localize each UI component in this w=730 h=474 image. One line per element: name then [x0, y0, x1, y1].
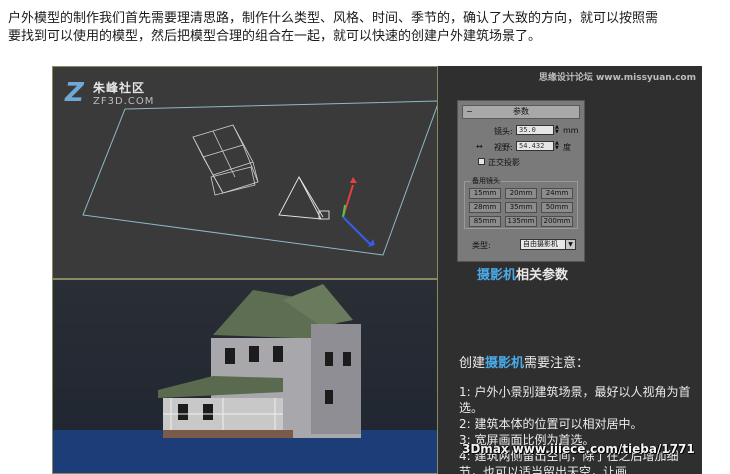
stock-lenses-group: 备用镜头 15mm 20mm 24mm 28mm 35mm 50mm 85mm …: [464, 176, 578, 229]
rollout-title: 参数: [513, 107, 529, 116]
type-label: 类型:: [472, 241, 491, 250]
fov-direction-icon[interactable]: ↔: [476, 142, 483, 151]
fov-unit: 度: [563, 143, 571, 152]
watermark-brand: 3Dmax: [462, 442, 509, 456]
chevron-down-icon[interactable]: ▼: [565, 240, 575, 249]
top-viewport[interactable]: Z 朱峰社区 ZF3D.COM: [52, 66, 438, 279]
top-right-watermark: 思缘设计论坛 www.missyuan.com: [538, 73, 696, 83]
intro-line-1: 户外模型的制作我们首先需要理清思路，制作什么类型、风格、时间、季节的，确认了大致…: [8, 11, 659, 26]
porch-base: [163, 430, 293, 438]
orthographic-checkbox[interactable]: [478, 158, 485, 165]
watermark-url: www.iiiece.com/tieba/1771: [512, 442, 695, 456]
lens-spinner[interactable]: ▲ ▼: [555, 125, 560, 135]
lens-button-20mm[interactable]: 20mm: [505, 188, 537, 199]
panel-caption: 摄影机相关参数: [477, 264, 568, 283]
fov-label: 视野:: [494, 143, 513, 152]
note-item: 1: 户外小景别建筑场景，最好以人视角为首选。: [459, 385, 691, 415]
intro-paragraph: 户外模型的制作我们首先需要理清思路，制作什么类型、风格、时间、季节的，确认了大致…: [8, 10, 726, 46]
ground-plane-outline: [82, 100, 437, 256]
lens-button-135mm[interactable]: 135mm: [505, 216, 537, 227]
camera-parameters-panel: − 参数 镜头: 35.0 ▲ ▼ mm ↔ 视野: 54.432 ▲ ▼ 度 正交…: [457, 100, 585, 262]
bottom-watermark: 3Dmax www.iiiece.com/tieba/1771: [462, 442, 695, 456]
collapse-icon[interactable]: −: [466, 106, 473, 118]
top-view-scene: [82, 100, 437, 256]
lens-unit: mm: [563, 126, 579, 135]
fov-spinner[interactable]: ▲ ▼: [555, 141, 560, 151]
tutorial-image: Z 朱峰社区 ZF3D.COM 思缘设计论坛 www.missyuan.com …: [52, 66, 702, 474]
fov-input[interactable]: 54.432: [516, 141, 554, 151]
lens-button-15mm[interactable]: 15mm: [469, 188, 501, 199]
rollout-header[interactable]: − 参数: [462, 105, 580, 119]
orthographic-label: 正交投影: [488, 158, 520, 167]
lens-button-50mm[interactable]: 50mm: [541, 202, 573, 213]
lens-button-24mm[interactable]: 24mm: [541, 188, 573, 199]
camera-type-dropdown[interactable]: 自由摄影机 ▼: [520, 239, 576, 250]
lens-label: 镜头:: [494, 127, 513, 136]
house-wireframe: [192, 124, 259, 196]
lens-button-85mm[interactable]: 85mm: [469, 216, 501, 227]
caption-rest: 相关参数: [516, 268, 569, 283]
lens-button-28mm[interactable]: 28mm: [469, 202, 501, 213]
perspective-viewport[interactable]: [52, 279, 438, 474]
lens-button-200mm[interactable]: 200mm: [541, 216, 573, 227]
lens-button-35mm[interactable]: 35mm: [505, 202, 537, 213]
stock-lenses-title: 备用镜头: [471, 176, 501, 186]
camera-type-value: 自由摄影机: [523, 240, 558, 248]
house-render: [53, 280, 437, 473]
lens-input[interactable]: 35.0: [516, 125, 554, 135]
camera-icon: [278, 176, 330, 220]
notes-heading: 创建摄影机需要注意：: [459, 356, 590, 371]
intro-line-2: 要找到可以使用的模型，然后把模型合理的组合在一起，就可以快速的创建户外建筑场景了…: [8, 29, 542, 44]
transform-gizmo: [342, 177, 375, 247]
camera-notes: 创建摄影机需要注意： 1: 户外小景别建筑场景，最好以人视角为首选。 2: 建筑…: [459, 356, 699, 474]
caption-highlight: 摄影机: [477, 268, 517, 283]
note-item: 2: 建筑本体的位置可以相对居中。: [459, 417, 643, 431]
